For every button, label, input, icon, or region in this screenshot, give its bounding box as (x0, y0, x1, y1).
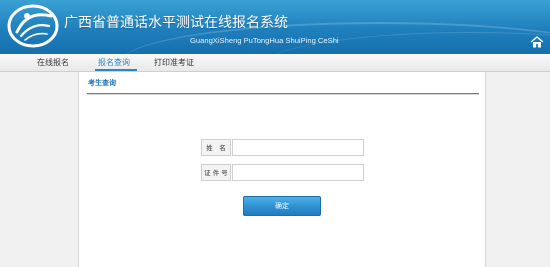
nav-item-print-admission[interactable]: 打印准考证 (154, 57, 194, 68)
app-title: 广西省普通话水平测试在线报名系统 (64, 15, 288, 31)
name-input[interactable] (232, 139, 364, 156)
submit-button[interactable]: 确定 (243, 196, 321, 216)
panel-divider (87, 94, 479, 95)
panel-title: 考生查询 (88, 79, 116, 87)
nav-item-register[interactable]: 在线报名 (37, 57, 69, 68)
id-number-input[interactable] (232, 164, 364, 181)
app-header: 广西省普通话水平测试在线报名系统 GuangXiSheng PuTongHua … (0, 0, 550, 54)
home-icon[interactable] (530, 36, 544, 48)
nav-item-query[interactable]: 报名查询 (98, 57, 130, 68)
query-panel: 考生查询 姓 名 证 件 号 确定 (78, 72, 486, 267)
nav-bar: 在线报名 报名查询 打印准考证 (0, 54, 550, 72)
app-subtitle: GuangXiSheng PuTongHua ShuiPing CeShi (190, 36, 339, 45)
nav-active-indicator (95, 69, 137, 71)
id-number-label: 证 件 号 (201, 164, 231, 181)
logo-emblem-icon (7, 4, 59, 48)
name-label: 姓 名 (201, 139, 231, 156)
